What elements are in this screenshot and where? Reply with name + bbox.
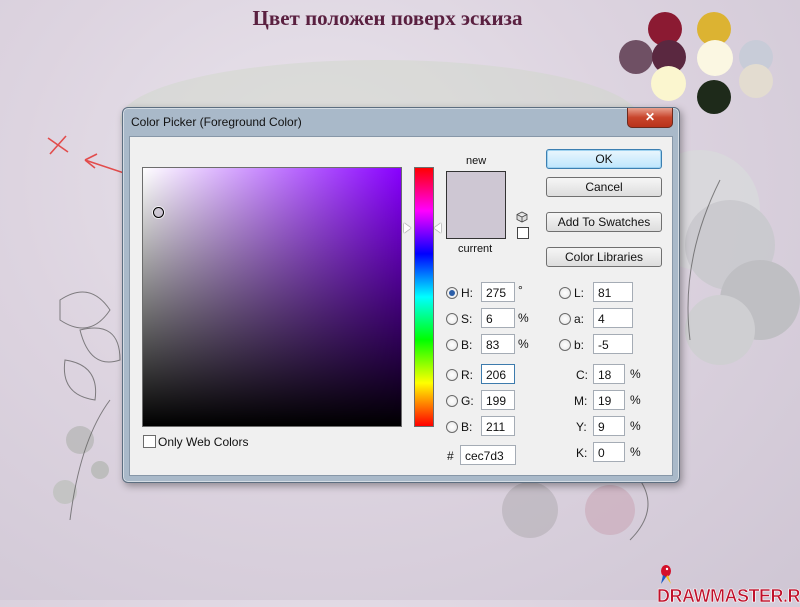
lab-a-label: a: <box>574 312 585 326</box>
green-input[interactable]: 199 <box>481 390 515 410</box>
lab-b-input[interactable]: -5 <box>593 334 633 354</box>
dialog-title: Color Picker (Foreground Color) <box>131 115 302 129</box>
hex-input[interactable]: cec7d3 <box>460 445 516 465</box>
swatch-cream <box>697 40 733 76</box>
hue-label: H: <box>461 286 473 300</box>
hue-slider-left-arrow-icon[interactable] <box>404 222 411 233</box>
color-picker-dialog: Color Picker (Foreground Color) ✕ new cu… <box>122 107 680 483</box>
hue-unit: ° <box>518 283 523 297</box>
current-label: current <box>458 243 493 255</box>
magenta-label: M: <box>574 394 588 408</box>
hue-slider-right-arrow-icon[interactable] <box>434 222 441 233</box>
lab-a-radio[interactable] <box>559 313 571 325</box>
color-preview <box>446 171 506 239</box>
saturation-radio[interactable] <box>446 313 458 325</box>
close-button[interactable]: ✕ <box>627 108 673 128</box>
add-to-swatches-button[interactable]: Add To Swatches <box>546 212 662 232</box>
saturation-input[interactable]: 6 <box>481 308 515 328</box>
lab-b-label: b: <box>574 338 585 352</box>
brightness-input[interactable]: 83 <box>481 334 515 354</box>
only-web-colors-checkbox[interactable] <box>143 435 156 448</box>
black-unit: % <box>630 445 641 459</box>
black-label: K: <box>576 446 588 460</box>
saturation-unit: % <box>518 311 529 325</box>
parrot-icon <box>661 565 671 584</box>
cyan-label: C: <box>576 368 588 382</box>
watermark-text: DRAWMASTER.RU <box>657 586 800 607</box>
swatch-dark-green <box>697 80 731 114</box>
lab-l-input[interactable]: 81 <box>593 282 633 302</box>
yellow-unit: % <box>630 419 641 433</box>
cyan-input[interactable]: 18 <box>593 364 625 384</box>
blue-input[interactable]: 211 <box>481 416 515 436</box>
red-radio[interactable] <box>446 369 458 381</box>
swatch-pale-yellow <box>651 66 686 101</box>
web-safe-square-icon[interactable] <box>517 227 529 239</box>
lab-b-radio[interactable] <box>559 339 571 351</box>
yellow-input[interactable]: 9 <box>593 416 625 436</box>
hex-label: # <box>447 449 454 463</box>
blue-label: B: <box>461 420 473 434</box>
hue-slider[interactable] <box>414 167 434 427</box>
dialog-titlebar[interactable]: Color Picker (Foreground Color) ✕ <box>123 108 679 136</box>
ok-button[interactable]: OK <box>546 149 662 169</box>
new-label: new <box>466 155 487 167</box>
saturation-label: S: <box>461 312 473 326</box>
brightness-unit: % <box>518 337 529 351</box>
cancel-button[interactable]: Cancel <box>546 177 662 197</box>
only-web-colors-label: Only Web Colors <box>158 435 249 449</box>
color-field[interactable] <box>142 167 402 427</box>
red-label: R: <box>461 368 473 382</box>
hue-input[interactable]: 275 <box>481 282 515 302</box>
magenta-unit: % <box>630 393 641 407</box>
color-libraries-button[interactable]: Color Libraries <box>546 247 662 267</box>
close-icon: ✕ <box>644 110 656 124</box>
cube-icon[interactable] <box>516 211 528 223</box>
new-color-swatch <box>447 172 505 205</box>
dialog-client: new current OK Cancel Add To Swatches Co… <box>129 136 673 476</box>
swatch-beige <box>739 64 773 98</box>
magenta-input[interactable]: 19 <box>593 390 625 410</box>
hue-radio[interactable] <box>446 287 458 299</box>
lab-l-label: L: <box>574 286 585 300</box>
blue-radio[interactable] <box>446 421 458 433</box>
green-radio[interactable] <box>446 395 458 407</box>
brightness-label: B: <box>461 338 473 352</box>
green-label: G: <box>461 394 474 408</box>
brightness-radio[interactable] <box>446 339 458 351</box>
color-picker-ring[interactable] <box>153 206 165 218</box>
watermark-logo: DRAWMASTER.RU <box>657 563 800 607</box>
lab-a-input[interactable]: 4 <box>593 308 633 328</box>
red-input[interactable]: 206 <box>481 364 515 384</box>
swatch-mauve <box>619 40 653 74</box>
cyan-unit: % <box>630 367 641 381</box>
yellow-label: Y: <box>576 420 587 434</box>
current-color-swatch[interactable] <box>447 205 505 238</box>
black-input[interactable]: 0 <box>593 442 625 462</box>
lab-l-radio[interactable] <box>559 287 571 299</box>
